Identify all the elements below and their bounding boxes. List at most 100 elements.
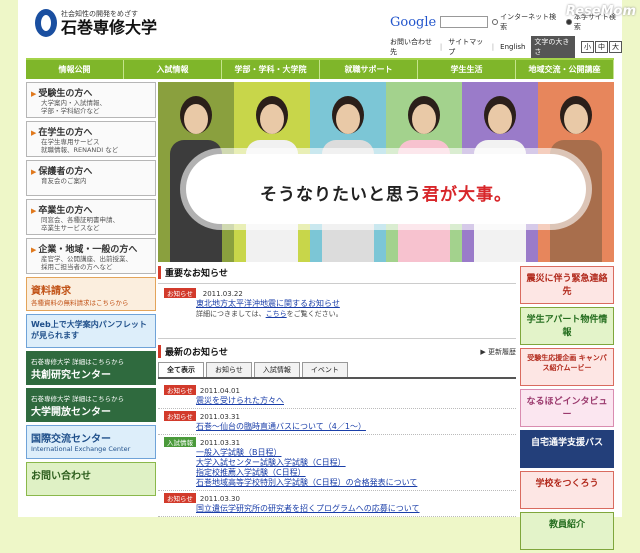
hero-slogan: そうなりたいと思う君が大事。 [186,180,586,205]
news-link[interactable]: 石巻〜仙台の臨時直通バスについて（4／1〜） [196,422,510,432]
banner-interview[interactable]: なるほどインタビュー [520,389,614,427]
radio-internet-label: インターネット検索 [500,13,557,31]
banner-student-apartments[interactable]: 学生アパート物件情報 [520,307,614,345]
hero-face [184,104,208,134]
contact-link[interactable]: お問い合わせ先 [390,37,434,57]
banner-title: お問い合わせ [31,471,91,482]
nav-item-faculties[interactable]: 学部・学科・大学院 [222,60,320,79]
tab-notices[interactable]: お知らせ [206,362,252,377]
logo[interactable]: 社会知性の開発をめざす 石巻専修大学 [35,9,157,37]
news-link[interactable]: 一般入学試験（B日程） [196,448,510,458]
sidebar-item-applicants[interactable]: 受験生の方へ 大学案内・入試情報、 学部・学科紹介など [26,82,156,118]
nav-item-student-life[interactable]: 学生生活 [418,60,516,79]
news-title: 最新のお知らせ [158,345,228,358]
banner-build-school[interactable]: 学校をつくろう [520,471,614,509]
banner-intl-center[interactable]: 国際交流センター International Exchange Center [26,425,156,459]
news-link[interactable]: 国立遺伝学研究所の研究者を招くプログラムへの応募について [196,504,510,514]
news-tabs: 全て表示 お知らせ 入試情報 イベント [158,362,516,379]
banner-request-materials[interactable]: 資料請求 各種資料の無料請求はこちらから [26,277,156,311]
tab-admissions[interactable]: 入試情報 [253,362,300,377]
news-header: 最新のお知らせ ▶ 更新履歴 [158,345,516,358]
font-size-switcher: 小 中 大 [581,41,622,53]
sidebar-item-alumni[interactable]: 卒業生の方へ 同窓会、各種証明書申請、 卒業生サービスなど [26,199,156,235]
news-link[interactable]: 指定校推薦入学試験（C日程） [196,468,510,478]
font-size-medium-button[interactable]: 中 [595,41,608,53]
tab-events[interactable]: イベント [301,362,348,377]
news-link[interactable]: 震災を受けられた方々へ [196,396,510,406]
banner-open-center[interactable]: 石巻専修大学 詳細はこちらから 大学開放センター [26,388,156,422]
news-item: 入試情報 2011.03.31 一般入学試験（B日程） 大学入試センター試験入学試… [158,435,516,491]
banner-title: 共創研究センター [31,370,111,381]
global-nav: 情報公開 入試情報 学部・学科・大学院 就職サポート 学生生活 地域交流・公開講… [26,58,614,79]
hero-slogan-highlight: 君が大事。 [422,185,512,205]
banner-title: 大学開放センター [31,407,111,418]
nav-item-info-disclosure[interactable]: 情報公開 [26,60,124,79]
nav-item-admissions[interactable]: 入試情報 [124,60,222,79]
banner-commuter-bus[interactable]: 自宅通学支援バス [520,430,614,468]
radio-internet-search[interactable]: インターネット検索 [492,12,562,32]
banner-contact[interactable]: お問い合わせ [26,462,156,496]
banner-campus-movie[interactable]: 受験生応援企画 キャンパス紹介ムービー [520,348,614,386]
news-link[interactable]: 大学入試センター試験入学試験（C日程） [196,458,510,468]
radio-icon [492,19,499,25]
notice-link[interactable]: 東北地方太平洋沖地震に関するお知らせ [196,299,510,309]
hero-slogan-text: そうなりたいと思う [260,185,422,205]
sidebar-item-title: 企業・地域・一般の方へ [31,242,151,255]
news-item: お知らせ 2011.03.30 国立遺伝学研究所の研究者を招くプログラムへの応募に… [158,491,516,517]
news-badge: お知らせ [164,411,196,421]
sidebar-item-sub: 就職情報、RENANDI など [41,146,119,154]
font-size-label: 文字の大きさ [531,36,575,58]
nav-item-career[interactable]: 就職サポート [320,60,418,79]
hero-face [260,104,284,134]
sidebar-item-companies[interactable]: 企業・地域・一般の方へ 産官学、公開講座、出前授業、 採用ご担当者の方へなど [26,238,156,274]
notice-note-text: をご覧ください。 [286,310,343,318]
utility-links: お問い合わせ先 | サイトマップ | English 文字の大きさ 小 中 大 [390,36,622,58]
news-link[interactable]: 石巻地域高等学校特別入学試験（C日程）の合格発表について [196,478,510,488]
sidebar-item-sub: 採用ご担当者の方へなど [41,263,113,271]
tab-all[interactable]: 全て表示 [158,362,204,377]
sidebar-item-title: 受験生の方へ [31,86,151,99]
notice-note-text: 詳細につきましては、 [196,310,266,318]
divider: | [439,43,443,51]
banner-title: 資料請求 [31,286,71,297]
logo-mark-icon [35,9,57,37]
header: 社会知性の開発をめざす 石巻専修大学 Google インターネット検索 本学サイ… [18,0,636,58]
sidebar: 受験生の方へ 大学案内・入試情報、 学部・学科紹介など 在学生の方へ 在学生専用… [26,82,156,499]
history-link[interactable]: ▶ 更新履歴 [480,347,516,357]
page: 社会知性の開発をめざす 石巻専修大学 Google インターネット検索 本学サイ… [18,0,636,550]
news-date: 2011.03.31 [199,413,240,421]
nav-item-community[interactable]: 地域交流・公開講座 [516,60,614,79]
radio-selected-icon [565,19,572,25]
sidebar-item-sub: 産官学、公開講座、出前授業、 [41,255,132,263]
banner-web-pamphlet[interactable]: Web上で大学案内パンフレットが見られます [26,314,156,348]
sidebar-item-sub: 卒業生サービスなど [41,224,100,232]
news-item: お知らせ 2011.04.01 震災を受けられた方々へ [158,383,516,409]
search-input[interactable] [440,16,489,28]
english-link[interactable]: English [500,43,525,51]
sidebar-item-sub: 同窓会、各種証明書申請、 [41,216,119,224]
banner-emergency-contact[interactable]: 震災に伴う緊急連絡先 [520,266,614,304]
news-badge: お知らせ [164,385,196,395]
notice-note-link[interactable]: こちら [266,310,287,318]
banner-sub: International Exchange Center [31,445,131,453]
banner-sub: 石巻専修大学 詳細はこちらから [31,395,125,403]
font-size-small-button[interactable]: 小 [581,41,594,53]
banner-faculty[interactable]: 教員紹介 [520,512,614,550]
sidebar-item-title: 保護者の方へ [31,164,151,177]
sidebar-item-parents[interactable]: 保護者の方へ 育友会のご案内 [26,160,156,196]
news-badge: 入試情報 [164,437,196,447]
history-link-label: 更新履歴 [488,347,516,356]
important-notice-title: 重要なお知らせ [158,266,516,279]
sidebar-item-title: 在学生の方へ [31,125,151,138]
sitemap-link[interactable]: サイトマップ [448,37,486,57]
sidebar-item-sub: 在学生専用サービス [41,138,100,146]
font-size-large-button[interactable]: 大 [609,41,622,53]
news-date: 2011.04.01 [199,387,240,395]
hero-face [488,104,512,134]
divider: | [491,43,495,51]
news-date: 2011.03.31 [200,439,241,447]
banner-research-center[interactable]: 石巻専修大学 詳細はこちらから 共創研究センター [26,351,156,385]
hero-cloud: そうなりたいと思う君が大事。 [186,154,586,224]
notice-note: 詳細につきましては、こちらをご覧ください。 [196,309,510,319]
sidebar-item-students[interactable]: 在学生の方へ 在学生専用サービス 就職情報、RENANDI など [26,121,156,157]
